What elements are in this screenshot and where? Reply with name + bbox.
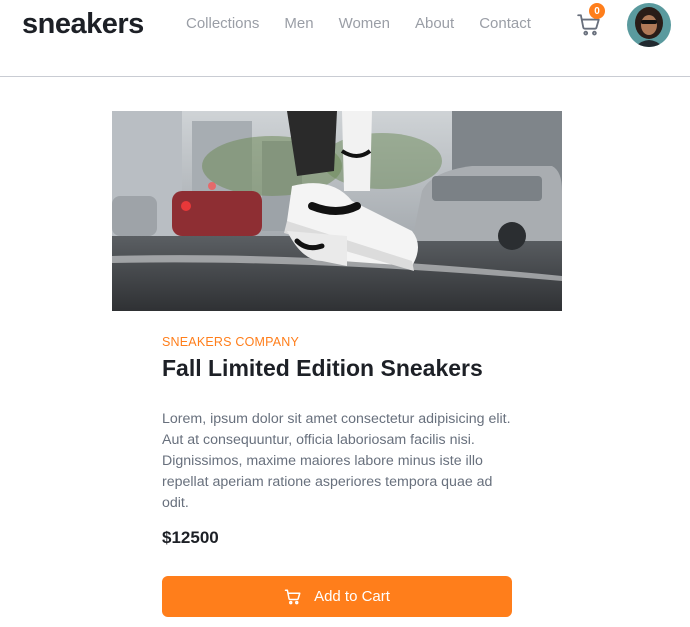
user-avatar[interactable]: [627, 3, 671, 47]
nav-link-about[interactable]: About: [415, 15, 454, 32]
product-hero-image: [112, 111, 562, 311]
product-price: $12500: [162, 528, 219, 547]
nav-link-women[interactable]: Women: [339, 15, 390, 32]
nav-link-men[interactable]: Men: [284, 15, 313, 32]
nav-link-collections[interactable]: Collections: [186, 15, 259, 32]
product-title: Fall Limited Edition Sneakers: [162, 355, 483, 381]
sneaker-photo: [112, 111, 562, 311]
product-description: Lorem, ipsum dolor sit amet consectetur …: [162, 411, 511, 511]
cart-count-badge: 0: [589, 3, 605, 19]
logo[interactable]: sneakers: [22, 8, 144, 41]
add-to-cart-button[interactable]: Add to Cart: [162, 576, 512, 617]
company-label: SNEAKERS COMPANY: [162, 335, 300, 349]
add-to-cart-label: Add to Cart: [314, 588, 390, 605]
cart-icon: [284, 589, 301, 604]
site-header: sneakers Collections Men Women About Con…: [0, 0, 690, 77]
nav-link-contact[interactable]: Contact: [479, 15, 531, 32]
main-nav: Collections Men Women About Contact: [186, 15, 531, 32]
